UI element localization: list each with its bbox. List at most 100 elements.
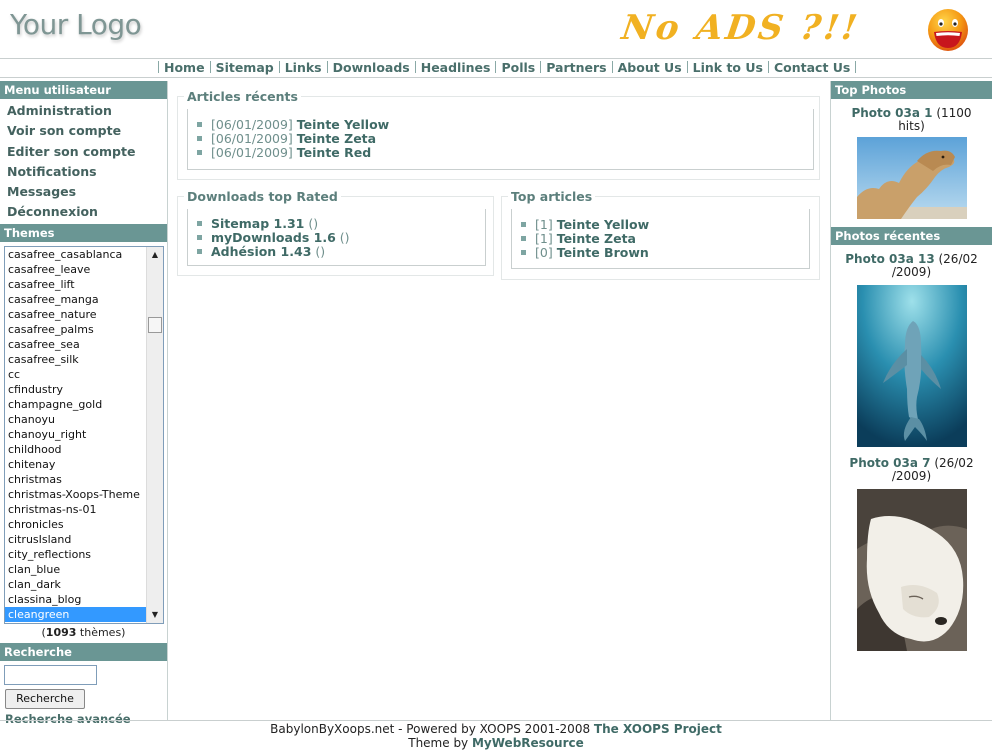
polar-bear-photo[interactable] <box>856 489 967 651</box>
user-menu-item: Déconnexion <box>0 202 167 222</box>
themes-scrollbar[interactable]: ▲ ▼ <box>146 246 163 623</box>
bullet-icon <box>521 236 526 241</box>
article-link[interactable]: Teinte Yellow <box>557 217 649 232</box>
xoops-project-link[interactable]: The XOOPS Project <box>594 722 722 736</box>
user-menu-item: Notifications <box>0 162 167 182</box>
nav-link-to-us[interactable]: Link to Us <box>693 60 763 75</box>
footer-powered-text: BabylonByXoops.net - Powered by XOOPS 20… <box>270 722 594 736</box>
nav-downloads[interactable]: Downloads <box>333 60 410 75</box>
photo-link[interactable]: Photo 03a 13 <box>845 252 934 266</box>
footer-line-1: BabylonByXoops.net - Powered by XOOPS 20… <box>0 722 992 736</box>
top-articles-list: [1] Teinte Yellow [1] Teinte Zeta [0] Te… <box>521 218 649 260</box>
theme-option[interactable]: christmas-Xoops-Theme <box>5 487 147 502</box>
themes-count: (1093 thèmes) <box>0 626 167 641</box>
list-item: [06/01/2009] Teinte Red <box>197 146 389 160</box>
theme-option[interactable]: casafree_palms <box>5 322 147 337</box>
themes-count-label: thèmes) <box>76 625 126 639</box>
photo-link[interactable]: Photo 03a 1 <box>851 106 932 120</box>
theme-option[interactable]: casafree_nature <box>5 307 147 322</box>
theme-option[interactable]: casafree_silk <box>5 352 147 367</box>
article-link[interactable]: Teinte Zeta <box>297 131 376 146</box>
menu-administration-link[interactable]: Administration <box>7 103 112 118</box>
theme-option[interactable]: casafree_leave <box>5 262 147 277</box>
article-link[interactable]: Teinte Red <box>297 145 371 160</box>
theme-option[interactable]: casafree_manga <box>5 292 147 307</box>
nav-about-us[interactable]: About Us <box>618 60 682 75</box>
camel-photo[interactable] <box>856 137 967 219</box>
menu-view-account-link[interactable]: Voir son compte <box>7 123 121 138</box>
theme-option[interactable]: casafree_lift <box>5 277 147 292</box>
menu-logout-link[interactable]: Déconnexion <box>7 204 98 219</box>
scrollbar-thumb[interactable] <box>148 316 162 333</box>
theme-option[interactable]: childhood <box>5 442 147 457</box>
download-link[interactable]: myDownloads 1.6 <box>211 230 336 245</box>
theme-option[interactable]: chanoyu <box>5 412 147 427</box>
nav-headlines[interactable]: Headlines <box>421 60 491 75</box>
theme-option[interactable]: clan_blue <box>5 562 147 577</box>
article-link[interactable]: Teinte Yellow <box>297 117 389 132</box>
theme-option[interactable]: casafree_casablanca <box>5 247 147 262</box>
list-item: [1] Teinte Yellow <box>521 218 649 232</box>
nav-polls[interactable]: Polls <box>501 60 535 75</box>
search-button[interactable]: Recherche <box>5 688 85 709</box>
search-title: Recherche <box>0 642 167 661</box>
article-date: [06/01/2009] <box>211 145 293 160</box>
menu-edit-account-link[interactable]: Editer son compte <box>7 144 135 159</box>
nav-links[interactable]: Links <box>285 60 322 75</box>
download-meta: () <box>304 216 319 231</box>
theme-option[interactable]: cfindustry <box>5 382 147 397</box>
theme-option[interactable]: chanoyu_right <box>5 427 147 442</box>
article-date: [06/01/2009] <box>211 131 293 146</box>
scroll-down-arrow-icon[interactable]: ▼ <box>147 607 163 623</box>
theme-option[interactable]: chronicles <box>5 517 147 532</box>
photo-link[interactable]: Photo 03a 7 <box>849 456 930 470</box>
theme-option[interactable]: citrusIsland <box>5 532 147 547</box>
nav-home[interactable]: Home <box>164 60 205 75</box>
site-logo[interactable]: Your Logo <box>10 8 142 41</box>
nav-separator <box>278 61 280 73</box>
theme-option[interactable]: classina_blog <box>5 592 147 607</box>
nav-sitemap[interactable]: Sitemap <box>216 60 274 75</box>
theme-option[interactable]: cc <box>5 367 147 382</box>
recent-photos-title: Photos récentes <box>831 227 992 245</box>
header: Your Logo No ADS ?!! <box>0 0 992 58</box>
list-item: myDownloads 1.6 () <box>197 231 350 245</box>
theme-author-link[interactable]: MyWebResource <box>472 736 584 750</box>
theme-option[interactable]: christmas <box>5 472 147 487</box>
article-count: [1] <box>535 217 553 232</box>
menu-notifications-link[interactable]: Notifications <box>7 164 97 179</box>
nav-separator <box>855 61 857 73</box>
nav-separator <box>414 61 416 73</box>
menu-messages-link[interactable]: Messages <box>7 184 76 199</box>
theme-option[interactable]: chitenay <box>5 457 147 472</box>
theme-option[interactable]: casafree_sea <box>5 337 147 352</box>
scroll-up-arrow-icon[interactable]: ▲ <box>147 247 163 263</box>
search-input[interactable] <box>4 664 97 685</box>
theme-option[interactable]: clan_dark <box>5 577 147 592</box>
article-link[interactable]: Teinte Brown <box>557 245 649 260</box>
article-link[interactable]: Teinte Zeta <box>557 231 636 246</box>
nav-separator <box>611 61 613 73</box>
article-count: [1] <box>535 231 553 246</box>
recent-articles-title: Articles récents <box>184 89 301 104</box>
recent-photo-caption: Photo 03a 13 (26/02 /2009) <box>831 253 992 279</box>
downloads-list: Sitemap 1.31 () myDownloads 1.6 () Adhés… <box>197 217 350 259</box>
user-menu-item: Voir son compte <box>0 121 167 141</box>
bullet-icon <box>197 249 202 254</box>
themes-listbox[interactable]: casafree_casablanca casafree_leave casafre… <box>4 245 164 624</box>
theme-option[interactable]: christmas-ns-01 <box>5 502 147 517</box>
recent-articles-panel: [06/01/2009] Teinte Yellow [06/01/2009] … <box>187 109 814 170</box>
theme-option[interactable]: cleangreen <box>5 606 147 622</box>
dolphin-photo[interactable] <box>856 285 967 447</box>
top-photo-caption: Photo 03a 1 (1100 hits) <box>831 107 992 133</box>
theme-option[interactable]: champagne_gold <box>5 397 147 412</box>
nav-contact-us[interactable]: Contact Us <box>774 60 850 75</box>
list-item: Sitemap 1.31 () <box>197 217 350 231</box>
download-link[interactable]: Sitemap 1.31 <box>211 216 304 231</box>
list-item: [06/01/2009] Teinte Zeta <box>197 132 389 146</box>
themes-options: casafree_casablanca casafree_leave casafre… <box>5 247 147 622</box>
ad-banner[interactable]: No ADS ?!! <box>619 8 862 48</box>
download-link[interactable]: Adhésion 1.43 <box>211 244 311 259</box>
theme-option[interactable]: city_reflections <box>5 547 147 562</box>
nav-partners[interactable]: Partners <box>546 60 606 75</box>
